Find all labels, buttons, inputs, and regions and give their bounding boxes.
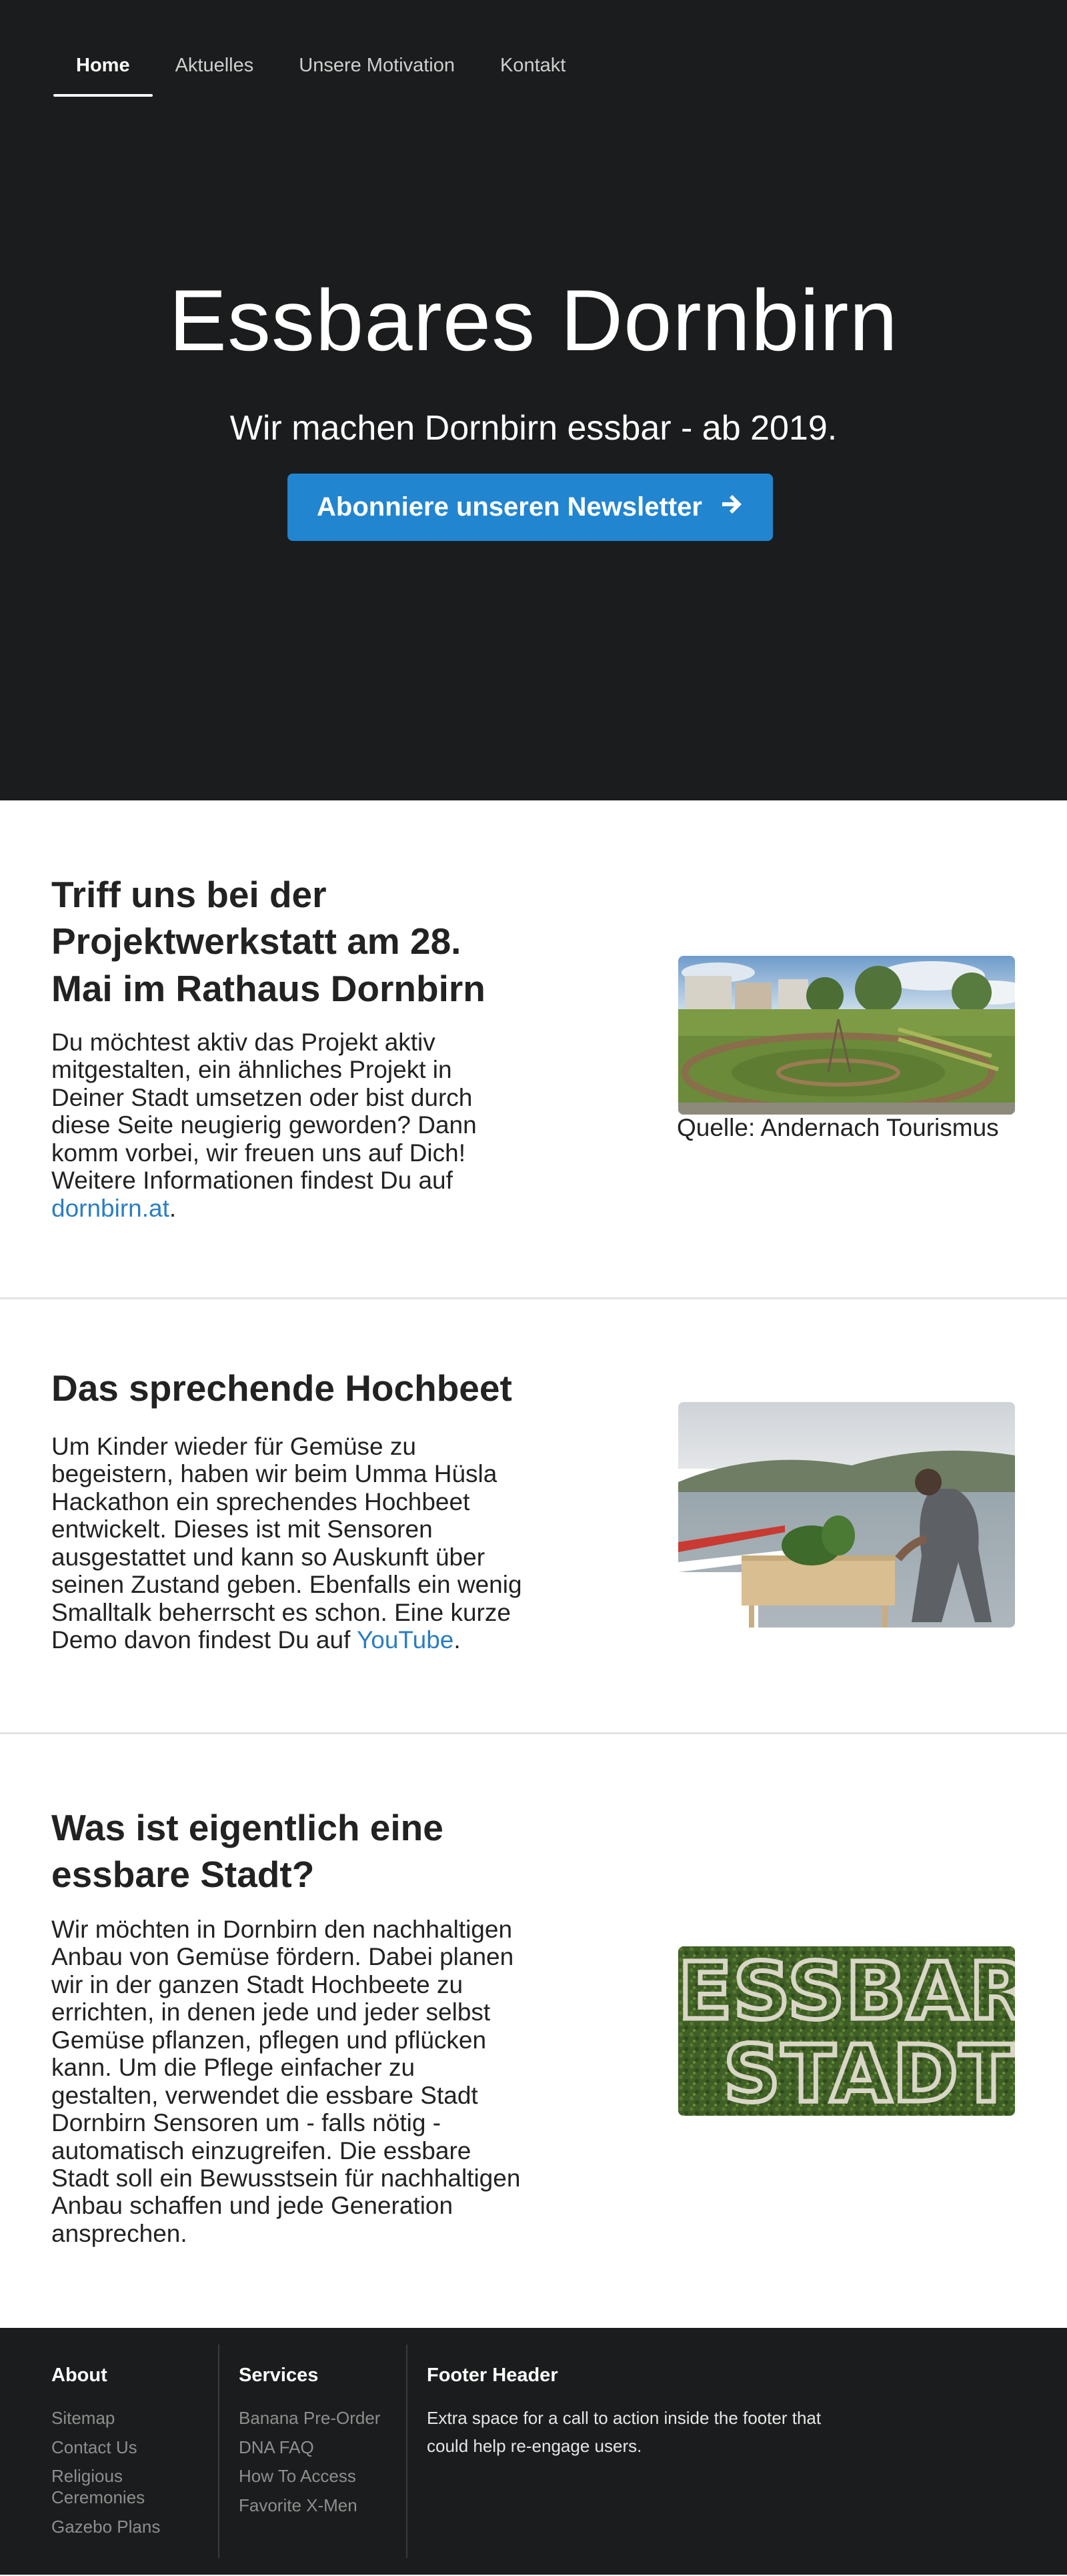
dornbirn-link[interactable]: dornbirn.at: [51, 1195, 169, 1222]
image-caption: Quelle: Andernach Tourismus: [677, 1114, 999, 1141]
footer-column-extra: Footer Header Extra space for a call to …: [427, 2345, 827, 2558]
nav-item-unsere-motivation[interactable]: Unsere Motivation: [276, 0, 477, 97]
section-title: Das sprechende Hochbeet: [51, 1367, 512, 1409]
main-nav: Home Aktuelles Unsere Motivation Kontakt: [53, 0, 588, 97]
hochbeet-image: [678, 1402, 1015, 1628]
arrow-right-icon: [720, 492, 744, 523]
footer-link-dna-faq[interactable]: DNA FAQ: [239, 2437, 392, 2459]
footer-link-favorite-x-men[interactable]: Favorite X-Men: [239, 2495, 392, 2517]
newsletter-button[interactable]: Abonniere unseren Newsletter: [287, 474, 773, 541]
image-word-essbare: ESSBARE: [678, 1946, 1015, 2037]
youtube-link[interactable]: YouTube: [357, 1626, 453, 1654]
footer-header-services: Services: [239, 2365, 319, 2386]
footer-link-contact-us[interactable]: Contact Us: [51, 2437, 205, 2459]
footer: About Sitemap Contact Us Religious Cerem…: [0, 2328, 1067, 2575]
footer-column-about: About Sitemap Contact Us Religious Cerem…: [51, 2345, 219, 2558]
footer-header-about: About: [51, 2365, 107, 2386]
section-hochbeet: Das sprechende Hochbeet Um Kinder wieder…: [0, 1299, 1067, 1734]
garden-image: [678, 956, 1015, 1115]
footer-link-gazebo-plans[interactable]: Gazebo Plans: [51, 2517, 205, 2538]
section-text-body: Um Kinder wieder für Gemüse zu begeister…: [51, 1433, 522, 1654]
section-text-end: .: [169, 1194, 177, 1222]
section-essbare-stadt: Was ist eigentlich eine essbare Stadt? W…: [0, 1734, 1067, 2328]
section-text: Um Kinder wieder für Gemüse zu begeister…: [51, 1433, 525, 1654]
nav-item-aktuelles[interactable]: Aktuelles: [153, 0, 277, 97]
hero-title: Essbares Dornbirn: [169, 271, 898, 369]
footer-link-how-to-access[interactable]: How To Access: [239, 2466, 392, 2487]
nav-item-kontakt[interactable]: Kontakt: [477, 0, 588, 97]
newsletter-button-label: Abonniere unseren Newsletter: [317, 492, 702, 522]
nav-item-home[interactable]: Home: [53, 0, 153, 97]
footer-header-extra: Footer Header: [427, 2365, 558, 2386]
section-text: Wir möchten in Dornbirn den nachhaltigen…: [51, 1916, 521, 2247]
footer-cta-text: Extra space for a call to action inside …: [427, 2408, 822, 2457]
section-text-body: Du möchtest aktiv das Projekt aktiv mitg…: [51, 1029, 477, 1195]
footer-link-banana-pre-order[interactable]: Banana Pre-Order: [239, 2408, 392, 2429]
image-word-stadt: STADT: [724, 2028, 1014, 2116]
footer-column-services: Services Banana Pre-Order DNA FAQ How To…: [239, 2345, 407, 2558]
section-title: Was ist eigentlich eine essbare Stadt?: [51, 1807, 443, 1896]
section-title: Triff uns bei der Projektwerkstatt am 28…: [51, 874, 485, 1009]
hero-subtitle: Wir machen Dornbirn essbar - ab 2019.: [229, 409, 838, 448]
section-projektwerkstatt: Triff uns bei der Projektwerkstatt am 28…: [0, 800, 1067, 1299]
hero-section: Home Aktuelles Unsere Motivation Kontakt…: [0, 0, 1067, 800]
section-text-end: .: [453, 1626, 461, 1654]
footer-link-religious-ceremonies[interactable]: Religious Ceremonies: [51, 2466, 205, 2508]
essbare-stadt-image: ESSBARE STADT: [678, 1946, 1015, 2116]
footer-link-sitemap[interactable]: Sitemap: [51, 2408, 205, 2429]
section-text: Du möchtest aktiv das Projekt aktiv mitg…: [51, 1029, 525, 1222]
